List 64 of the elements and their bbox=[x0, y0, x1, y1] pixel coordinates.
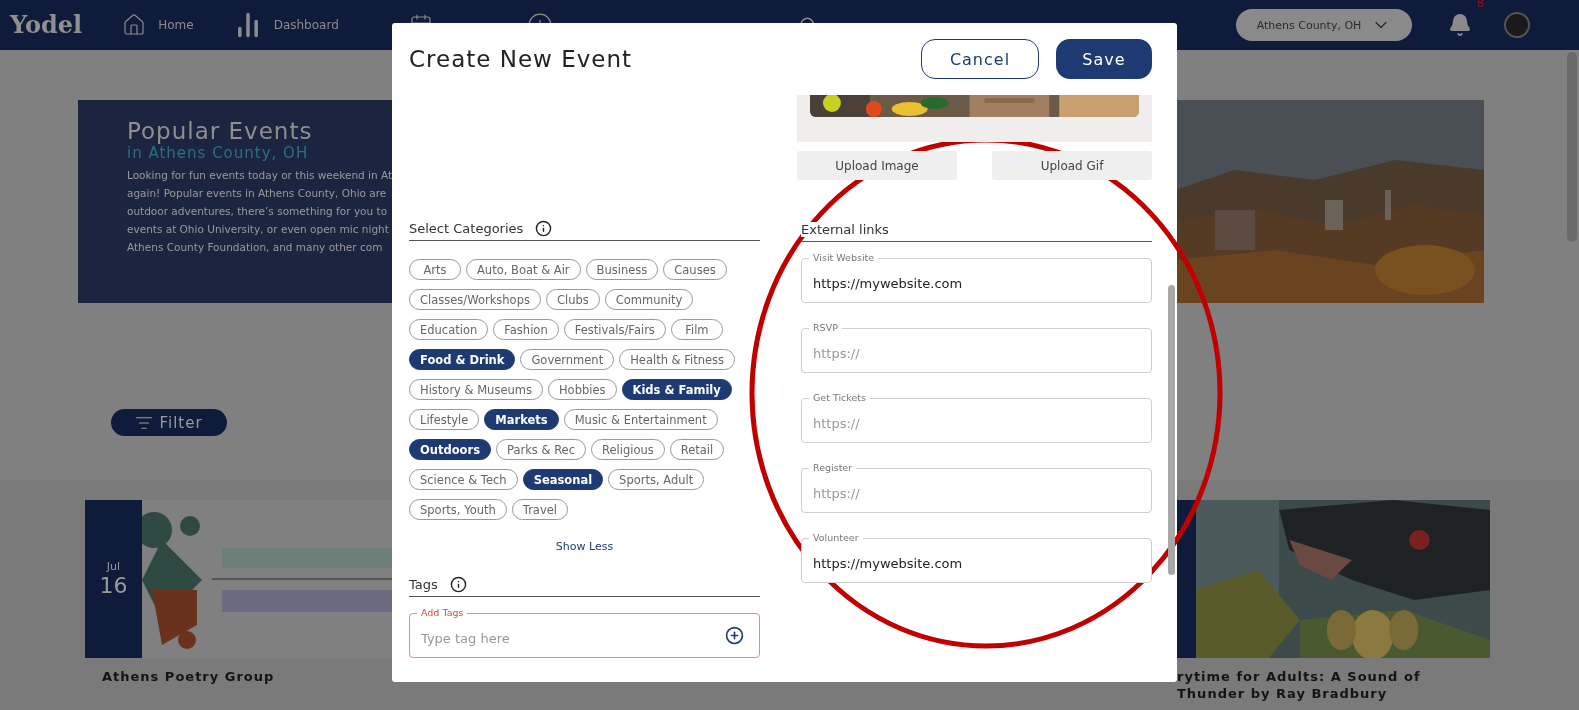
category-chip[interactable]: Hobbies bbox=[547, 379, 617, 400]
cancel-button[interactable]: Cancel bbox=[921, 39, 1039, 79]
category-chip[interactable]: Causes bbox=[663, 259, 727, 280]
category-chip[interactable]: Retail bbox=[669, 439, 725, 460]
info-icon[interactable] bbox=[449, 576, 467, 593]
section-heading: Select Categories bbox=[409, 221, 524, 236]
category-chip[interactable]: Film bbox=[670, 319, 723, 340]
section-heading: Tags bbox=[409, 577, 438, 592]
nav-item[interactable]: Dashboard bbox=[233, 11, 339, 39]
category-chip[interactable]: Food & Drink bbox=[409, 349, 516, 370]
field-label: RSVP bbox=[809, 322, 842, 334]
hero-title: Popular Events bbox=[127, 118, 314, 144]
category-chip[interactable]: Fashion bbox=[493, 319, 559, 340]
category-chip[interactable]: Classes/Workshops bbox=[409, 289, 541, 310]
field-label: Register bbox=[809, 462, 857, 474]
hero-text: outdoor adventures, there’s something for you to bbox=[127, 204, 389, 219]
category-chip[interactable]: Science & Tech bbox=[409, 469, 518, 490]
event-month: Jul bbox=[106, 560, 121, 573]
field-label: Visit Website bbox=[809, 252, 879, 264]
home-icon bbox=[122, 13, 147, 37]
upload-button[interactable]: Upload Image bbox=[797, 151, 957, 180]
category-chip[interactable]: Sports, Adult bbox=[608, 469, 705, 490]
show-less-link[interactable]: Show Less bbox=[555, 540, 614, 553]
category-chip[interactable]: Kids & Family bbox=[621, 379, 732, 400]
save-button[interactable]: Save bbox=[1056, 39, 1152, 79]
field-label: Get Tickets bbox=[809, 392, 870, 404]
hero-text: Looking for fun events today or this weekend in At bbox=[127, 168, 393, 183]
logo[interactable]: Yodel bbox=[10, 9, 83, 41]
category-chip[interactable]: Parks & Rec bbox=[496, 439, 586, 460]
category-chip[interactable]: Health & Fitness bbox=[619, 349, 736, 370]
hero-text: again! Popular events in Athens County, Ohio are bbox=[127, 186, 388, 201]
add-icon[interactable] bbox=[725, 626, 744, 645]
field-label: Add Tags bbox=[417, 607, 468, 619]
category-chip[interactable]: Education bbox=[409, 319, 489, 340]
category-chip[interactable]: Arts bbox=[409, 259, 461, 280]
location-selector[interactable]: Athens County, OH bbox=[1236, 9, 1412, 41]
category-chip[interactable]: Outdoors bbox=[409, 439, 491, 460]
category-chip[interactable]: Clubs bbox=[545, 289, 600, 310]
category-chip[interactable]: Auto, Boat & Air bbox=[466, 259, 581, 280]
bell-icon[interactable] bbox=[1448, 13, 1472, 37]
category-chip[interactable]: Travel bbox=[511, 499, 568, 520]
scrollbar[interactable] bbox=[1168, 285, 1175, 575]
hero-subtitle: in Athens County, OH bbox=[127, 144, 310, 162]
category-chip[interactable]: History & Museums bbox=[409, 379, 543, 400]
category-chip[interactable]: Seasonal bbox=[522, 469, 604, 490]
category-chip[interactable]: Markets bbox=[484, 409, 559, 430]
hero-text: Athens County Foundation, and many other com bbox=[127, 240, 384, 255]
category-chip[interactable]: Government bbox=[520, 349, 615, 370]
category-chip[interactable]: Sports, Youth bbox=[409, 499, 507, 520]
nav-item[interactable]: Home bbox=[122, 13, 194, 37]
category-chip[interactable]: Community bbox=[604, 289, 694, 310]
hero-text: events at Ohio University, or even open mic night bbox=[127, 222, 390, 237]
info-icon[interactable] bbox=[535, 220, 553, 237]
category-chip[interactable]: Lifestyle bbox=[409, 409, 480, 430]
filter-button[interactable]: Filter bbox=[111, 409, 227, 436]
upload-button[interactable]: Upload Gif bbox=[992, 151, 1152, 180]
field-label: Volunteer bbox=[809, 532, 863, 544]
event-day: 16 bbox=[99, 573, 128, 598]
category-chip[interactable]: Religious bbox=[591, 439, 665, 460]
dialog-title: Create New Event bbox=[409, 46, 634, 72]
category-chip[interactable]: Business bbox=[585, 259, 659, 280]
category-chip[interactable]: Festivals/Fairs bbox=[563, 319, 666, 340]
category-chip[interactable]: Music & Entertainment bbox=[563, 409, 718, 430]
section-heading: External links bbox=[801, 222, 889, 237]
